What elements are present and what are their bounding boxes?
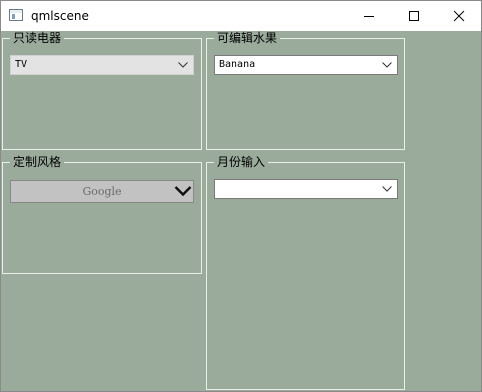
close-button[interactable] xyxy=(436,1,482,31)
group-readonly-appliance: 只读电器 TV xyxy=(2,31,202,150)
title-bar[interactable]: qmlscene xyxy=(1,1,481,31)
group-label-month-input: 月份输入 xyxy=(214,155,269,169)
close-icon xyxy=(453,10,465,22)
maximize-button[interactable] xyxy=(391,1,437,31)
group-custom-style: 定制风格 Google xyxy=(2,155,202,274)
group-label-readonly-appliance: 只读电器 xyxy=(10,31,65,45)
appliance-combobox[interactable]: TV xyxy=(10,55,194,75)
group-editable-fruit: 可编辑水果 Banana xyxy=(206,31,405,150)
window-app-icon xyxy=(9,9,23,21)
month-combobox[interactable] xyxy=(214,179,398,199)
custom-style-combobox[interactable]: Google xyxy=(10,180,194,203)
chevron-down-icon[interactable] xyxy=(382,62,392,68)
group-label-editable-fruit: 可编辑水果 xyxy=(214,31,281,45)
maximize-icon xyxy=(409,11,419,21)
fruit-combobox[interactable]: Banana xyxy=(214,55,398,75)
appliance-selected-value: TV xyxy=(15,59,28,70)
chevron-down-icon xyxy=(178,62,188,68)
custom-style-selected-value: Google xyxy=(82,185,122,198)
app-window: qmlscene 只读电器 TV 可编辑水果 Banana 定制风格 Googl… xyxy=(0,0,482,392)
fruit-input-value[interactable]: Banana xyxy=(219,58,255,72)
window-title: qmlscene xyxy=(31,9,89,23)
group-label-custom-style: 定制风格 xyxy=(10,155,65,169)
chevron-down-icon xyxy=(174,186,192,197)
minimize-button[interactable] xyxy=(346,1,392,31)
group-month-input: 月份输入 xyxy=(206,155,405,390)
chevron-down-icon[interactable] xyxy=(382,186,392,192)
minimize-icon xyxy=(364,16,374,17)
